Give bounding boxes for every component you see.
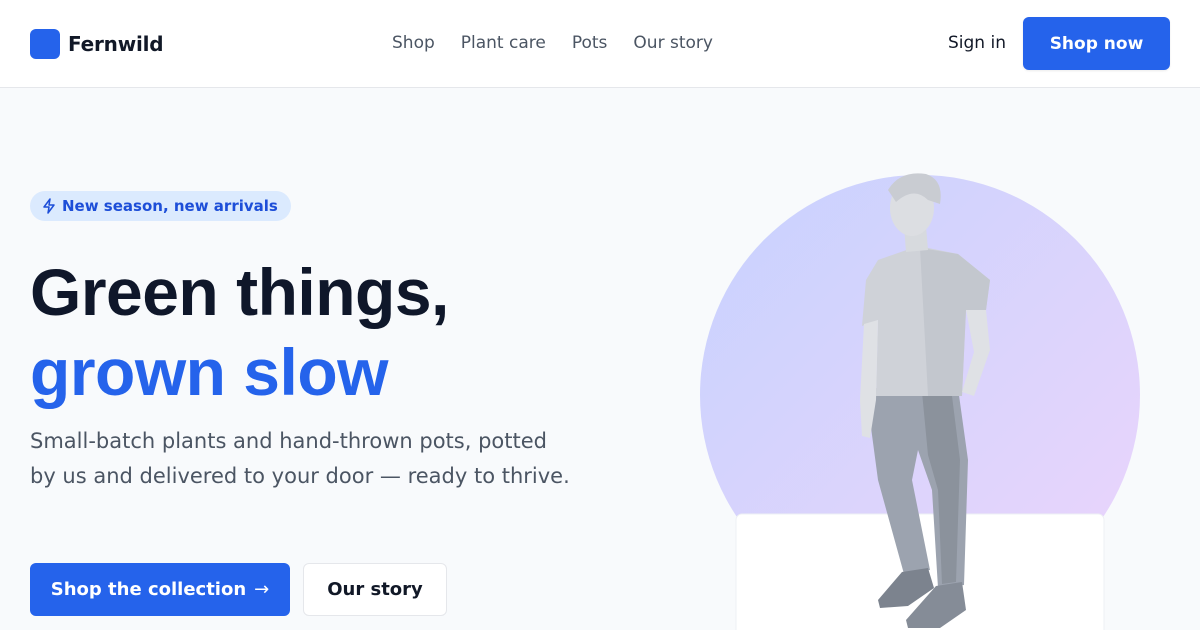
brand-name: Fernwild <box>68 32 164 56</box>
site-header: Fernwild Shop Plant care Pots Our story … <box>0 0 1200 88</box>
brand-mark-icon <box>30 29 60 59</box>
hero-headline: Green things, grown slow <box>30 252 449 412</box>
headline-line-1: Green things, <box>30 255 449 329</box>
headline-line-2: grown slow <box>30 335 388 409</box>
new-arrivals-badge: New season, new arrivals <box>30 191 291 221</box>
standing-man-illustration <box>700 173 1140 630</box>
nav-link-plant-care[interactable]: Plant care <box>461 30 546 56</box>
shop-collection-button[interactable]: Shop the collection → <box>30 563 290 616</box>
our-story-button[interactable]: Our story <box>303 563 447 616</box>
arrow-right-icon: → <box>254 579 270 600</box>
shop-now-button[interactable]: Shop now <box>1023 17 1170 70</box>
hero-illustration <box>690 160 1160 630</box>
sign-in-link[interactable]: Sign in <box>948 30 1006 56</box>
nav-link-our-story[interactable]: Our story <box>633 30 713 56</box>
shop-collection-label: Shop the collection <box>50 579 247 600</box>
hero-description: Small-batch plants and hand-thrown pots,… <box>30 429 570 488</box>
nav-link-shop[interactable]: Shop <box>392 30 435 56</box>
badge-label: New season, new arrivals <box>62 197 278 215</box>
brand-logo[interactable]: Fernwild <box>30 29 164 59</box>
nav-link-pots[interactable]: Pots <box>572 30 608 56</box>
lightning-bolt-icon <box>43 198 55 214</box>
main-nav: Shop Plant care Pots Our story <box>392 30 713 56</box>
